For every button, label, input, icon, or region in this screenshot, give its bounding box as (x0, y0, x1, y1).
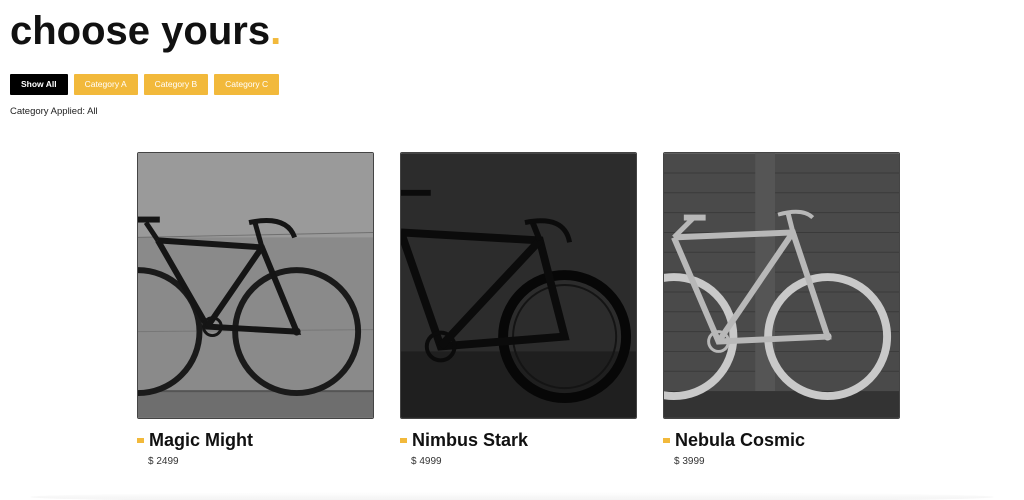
product-card[interactable]: Nebula Cosmic $ 3999 (663, 152, 900, 467)
bicycle-photo-icon (664, 153, 899, 418)
filter-bar: Show All Category A Category B Category … (10, 74, 280, 95)
product-name[interactable]: Magic Might (149, 430, 253, 450)
product-name[interactable]: Nebula Cosmic (675, 430, 805, 450)
product-grid: Magic Might $ 2499 Nimbus Stark $ 4999 N… (137, 152, 900, 467)
page-title-dot: . (270, 9, 282, 53)
page-title-text: choose yours (10, 9, 271, 53)
product-price: $ 4999 (411, 456, 442, 467)
bicycle-photo-icon (138, 153, 373, 418)
filter-category-b-button[interactable]: Category B (143, 74, 209, 95)
product-name[interactable]: Nimbus Stark (412, 430, 528, 450)
bicycle-photo-icon (401, 153, 636, 418)
filter-show-all-button[interactable]: Show All (10, 74, 68, 95)
product-price: $ 2499 (148, 456, 179, 467)
product-image[interactable] (663, 152, 900, 419)
title-marker (400, 437, 407, 443)
product-card[interactable]: Magic Might $ 2499 (137, 152, 374, 467)
title-marker (663, 437, 670, 443)
product-card[interactable]: Nimbus Stark $ 4999 (400, 152, 637, 467)
title-marker (137, 437, 144, 443)
filter-category-a-button[interactable]: Category A (73, 74, 138, 95)
category-applied-text: Category Applied: All (10, 106, 98, 117)
product-image[interactable] (400, 152, 637, 419)
page-title: choose yours. (10, 8, 281, 54)
footer-divider (30, 492, 994, 500)
product-price: $ 3999 (674, 456, 705, 467)
filter-category-c-button[interactable]: Category C (214, 74, 280, 95)
product-image[interactable] (137, 152, 374, 419)
